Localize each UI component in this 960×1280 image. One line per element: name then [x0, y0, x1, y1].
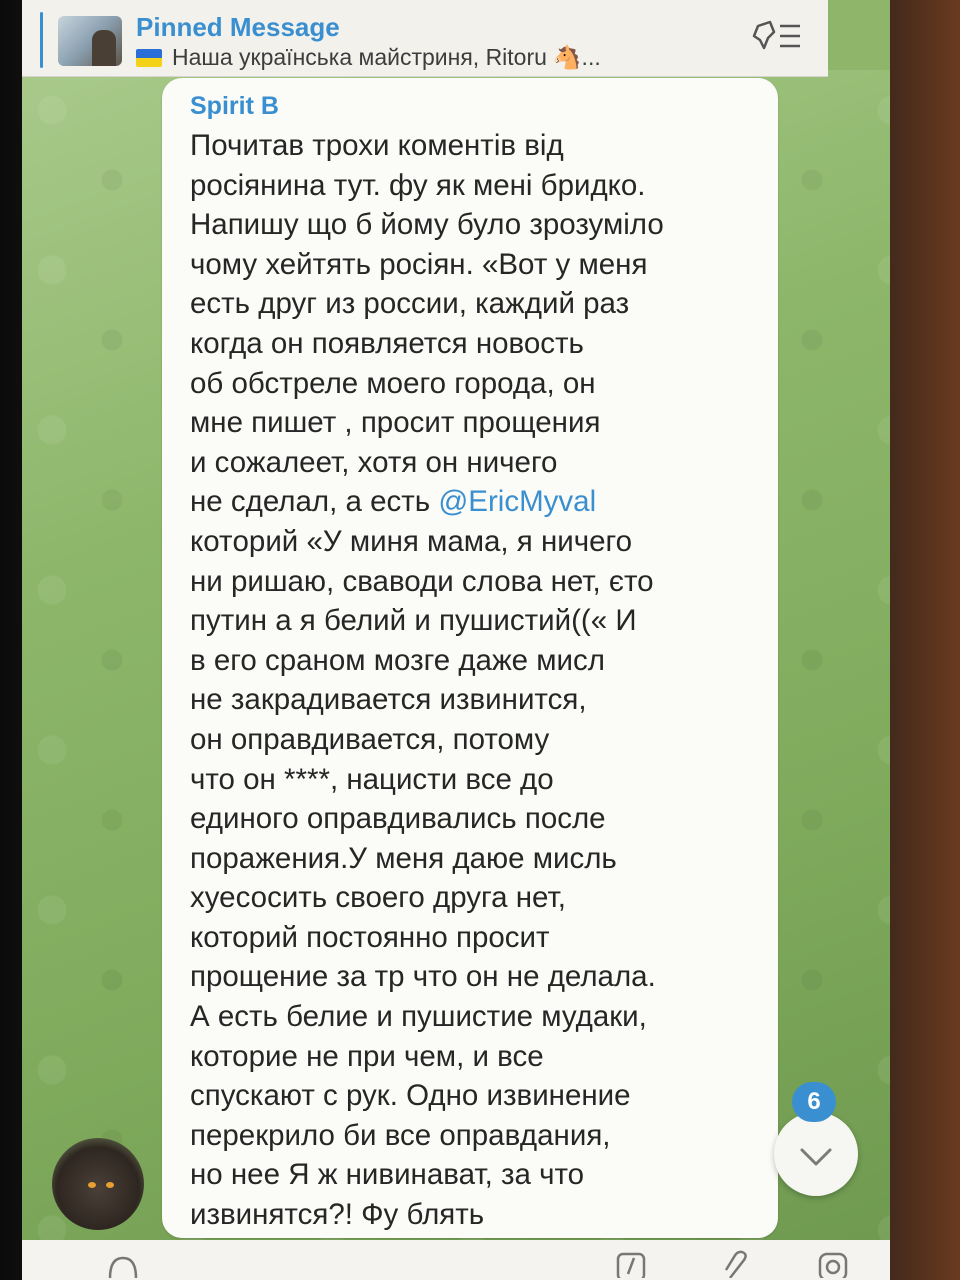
message-line: когда он появляется новость [190, 326, 584, 360]
message-line: есть друг из россии, каждий раз [190, 287, 630, 321]
message-line: единого оправдивались после [190, 802, 606, 836]
message-line: он оправдивается, потому [190, 722, 550, 756]
scroll-down-button[interactable] [774, 1112, 858, 1196]
camera-icon[interactable] [818, 1248, 848, 1278]
message-line: перекрило би все оправдания, [190, 1118, 611, 1152]
message-line: хуесосить своего друга нет, [190, 881, 566, 915]
message-bubble[interactable]: Spirit B Почитав трохи коментів від росі… [162, 78, 778, 1238]
message-line: ни ришаю, сваводи слова нет, єто [190, 564, 654, 598]
message-line: не сделал, а есть [190, 485, 431, 519]
ukraine-flag-icon [136, 48, 162, 67]
sender-avatar[interactable] [52, 1138, 144, 1230]
pinned-subtitle: Наша українська майстриня, Ritoru 🐴... [136, 44, 601, 71]
message-line: которие не при чем, и все [190, 1039, 544, 1073]
message-line: и сожалеет, хотя он ничего [190, 445, 558, 479]
pinned-thumbnail [58, 16, 122, 66]
message-line: котoрий «У миня мама, я ничего [190, 524, 633, 558]
message-line: об обстреле моего города, он [190, 366, 596, 400]
message-line: Почитав трохи коментів від [190, 129, 564, 162]
emoji-icon[interactable] [108, 1248, 138, 1278]
message-line: прощение за тр что он не делала. [190, 960, 656, 994]
message-line-with-mention: не сделал, а есть @EricMyval [190, 482, 770, 522]
pinned-title: Pinned Message [136, 12, 340, 42]
message-line: извинятся?! Фу блять [190, 1198, 485, 1232]
chevron-down-icon [800, 1148, 832, 1166]
message-line: путин а я белий и пушистий((« И [190, 604, 637, 638]
pinned-message-bar[interactable]: Pinned Message Наша українська майстриня… [22, 0, 828, 77]
message-line: в его сраном мозге даже мисл [190, 643, 606, 677]
user-mention-link[interactable]: @EricMyval [438, 485, 596, 518]
paperclip-icon[interactable] [722, 1248, 752, 1278]
sender-name[interactable]: Spirit B [190, 92, 279, 121]
pinned-subtitle-text: Наша українська майстриня, Ritoru [172, 44, 547, 70]
message-line: не закрадивается извинится, [190, 683, 587, 717]
message-line: А есть белие и пушистие мудаки, [190, 1000, 647, 1034]
message-line: Напишу що б йому було зрозуміло [190, 208, 664, 242]
command-icon[interactable] [616, 1248, 646, 1278]
message-line: которий постоянно просит [190, 920, 550, 954]
pinned-accent-line [40, 12, 43, 68]
message-text: Почитав трохи коментів від росіянина тут… [190, 126, 770, 1235]
phone-frame: Pinned Message Наша українська майстриня… [0, 0, 960, 1280]
unread-count-badge: 6 [792, 1082, 836, 1122]
message-line: поражения.У меня даюе мисль [190, 841, 617, 875]
telegram-screen: Pinned Message Наша українська майстриня… [22, 0, 890, 1280]
message-input-bar[interactable] [22, 1240, 890, 1280]
message-line: чому хейтять росіян. «Вот у меня [190, 247, 648, 281]
message-line: но нее Я ж нивинават, за что [190, 1158, 585, 1192]
message-line: росіянина тут. фу як мені бридко. [190, 168, 646, 202]
pinned-subtitle-suffix: 🐴... [552, 44, 601, 70]
message-line: что он ****, нацисти все до [190, 762, 554, 796]
message-line: спускают с рук. Одно извинение [190, 1079, 631, 1113]
message-line: мне пишет , просит прощения [190, 406, 601, 440]
pin-list-icon[interactable] [752, 18, 804, 54]
